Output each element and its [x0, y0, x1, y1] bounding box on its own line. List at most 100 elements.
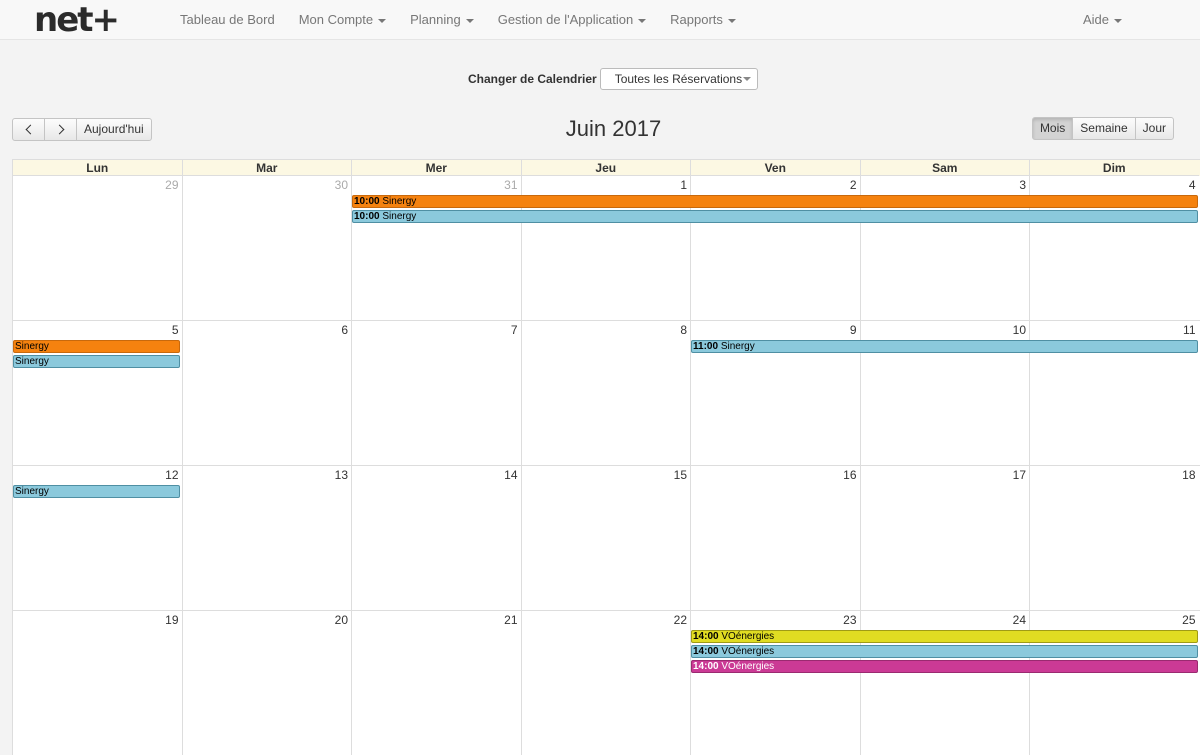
event-time: 11:00: [693, 341, 719, 352]
event-title: Sinergy: [15, 341, 49, 352]
day-cell[interactable]: 7: [351, 321, 521, 465]
calendar-event[interactable]: Sinergy: [13, 340, 180, 353]
calendar-event[interactable]: Sinergy: [13, 485, 180, 498]
day-number: 2: [849, 178, 857, 192]
day-number: 13: [334, 468, 348, 482]
nav-item-label: Gestion de l'Application: [497, 12, 634, 27]
view-button-1[interactable]: Semaine: [1072, 117, 1136, 140]
day-cell[interactable]: 29: [12, 176, 182, 320]
event-title: VOénergies: [721, 631, 775, 642]
day-cell[interactable]: 13: [181, 466, 352, 610]
day-header: Lun: [12, 160, 182, 176]
calendar-select-value: Toutes les Réservations: [614, 72, 743, 86]
day-cell[interactable]: 18: [1029, 466, 1199, 610]
week-row: 12 13 14 15 16 17 18 Sinergy: [12, 466, 1200, 611]
week-row: 5 6 7 8 9 10 11 Sinergy Sinergy 11:00 Sinergy: [12, 321, 1200, 466]
brand-text: net+: [34, 0, 120, 40]
main-nav: Tableau de Bord Mon Compte Planning Gestion…: [168, 0, 748, 40]
caret-down-icon: [727, 18, 736, 23]
view-switcher: Mois Semaine Jour: [1031, 117, 1174, 140]
day-number: 29: [165, 178, 179, 192]
nav-item-help[interactable]: Aide: [1071, 12, 1134, 27]
day-header: Jeu: [520, 160, 690, 176]
day-cell[interactable]: 16: [690, 466, 860, 610]
calendar-event[interactable]: Sinergy: [13, 355, 180, 368]
calendar-event[interactable]: 14:00 VOénergies: [691, 630, 1198, 643]
day-cell[interactable]: 20: [181, 611, 352, 755]
nav-item-label: Mon Compte: [298, 12, 374, 27]
calendar-switcher-label: Changer de Calendrier: [468, 72, 597, 86]
caret-down-icon: [1114, 18, 1122, 23]
week-row: 19 20 21 22 23 24 25 14:00 VOénergies 14:00 VOén…: [12, 611, 1200, 755]
nav-item-help-label: Aide: [1082, 12, 1109, 27]
day-cell[interactable]: 22: [520, 611, 691, 755]
navbar: net+ Tableau de Bord Mon Compte Planning Ge…: [0, 0, 1200, 40]
day-number: 5: [171, 323, 179, 337]
nav-item-4[interactable]: Rapports: [658, 0, 748, 40]
day-number: 15: [673, 468, 687, 482]
calendar-select[interactable]: Toutes les Réservations: [599, 68, 758, 90]
weeks-container: 29 30 31 1 2 3 4 10:00 Sinergy 10:00 Sinergy 5 6 7 8…: [12, 176, 1200, 755]
help-menu[interactable]: Aide: [1071, 0, 1134, 40]
day-number: 8: [680, 323, 687, 337]
event-title: Sinergy: [15, 356, 49, 367]
nav-item-2[interactable]: Planning: [398, 0, 486, 40]
day-cell[interactable]: 8: [520, 321, 691, 465]
view-button-2[interactable]: Jour: [1134, 117, 1174, 140]
view-button-0[interactable]: Mois: [1031, 117, 1074, 140]
day-cell[interactable]: 6: [181, 321, 352, 465]
event-time: 14:00: [693, 646, 719, 657]
nav-item-label: Tableau de Bord: [180, 12, 275, 27]
event-title: VOénergies: [721, 661, 775, 672]
day-number: 21: [504, 613, 518, 627]
day-headers: Lun Mar Mer Jeu Ven Sam Dim: [12, 159, 1200, 176]
nav-item-0[interactable]: Tableau de Bord: [168, 0, 287, 40]
day-number: 11: [1183, 323, 1196, 337]
calendar-event[interactable]: 10:00 Sinergy: [352, 210, 1198, 223]
day-number: 19: [165, 613, 179, 627]
event-time: 14:00: [693, 631, 719, 642]
day-number: 3: [1019, 178, 1026, 192]
calendar-event[interactable]: 14:00 VOénergies: [691, 660, 1198, 673]
nav-item-label: Rapports: [670, 12, 723, 27]
day-cell[interactable]: 15: [520, 466, 691, 610]
calendar-switcher: Changer de Calendrier Toutes les Réserva…: [468, 68, 758, 90]
day-number: 6: [341, 323, 348, 337]
event-title: Sinergy: [382, 196, 417, 207]
calendar-title: Juin 2017: [565, 116, 662, 141]
day-cell[interactable]: 14: [351, 466, 521, 610]
event-title: Sinergy: [720, 341, 755, 352]
day-number: 16: [843, 468, 857, 482]
day-header: Sam: [859, 160, 1029, 176]
day-number: 31: [504, 178, 518, 192]
calendar-event[interactable]: 11:00 Sinergy: [691, 340, 1198, 353]
day-cell[interactable]: 17: [859, 466, 1030, 610]
week-row: 29 30 31 1 2 3 4 10:00 Sinergy 10:00 Sinergy: [12, 176, 1200, 321]
day-header: Ven: [690, 160, 860, 176]
event-title: Sinergy: [15, 486, 49, 497]
day-cell[interactable]: 19: [12, 611, 182, 755]
event-time: 10:00: [354, 211, 380, 222]
brand-logo[interactable]: net+: [34, 0, 120, 40]
day-header: Dim: [1029, 160, 1199, 176]
day-cell[interactable]: 21: [351, 611, 521, 755]
event-title: VOénergies: [721, 646, 775, 657]
day-number: 30: [334, 178, 348, 192]
calendar-event[interactable]: 14:00 VOénergies: [691, 645, 1198, 658]
month-calendar: Lun Mar Mer Jeu Ven Sam Dim 29 30 31 1 2 3 4 10:00 Si…: [12, 159, 1200, 755]
event-title: Sinergy: [382, 211, 417, 222]
day-header: Mar: [181, 160, 351, 176]
event-time: 14:00: [693, 661, 719, 672]
day-number: 17: [1012, 468, 1026, 482]
caret-down-icon: [638, 18, 647, 23]
nav-item-1[interactable]: Mon Compte: [287, 0, 398, 40]
day-number: 20: [334, 613, 348, 627]
nav-item-3[interactable]: Gestion de l'Application: [486, 0, 658, 40]
select-arrow-icon: [742, 77, 751, 81]
day-number: 9: [849, 323, 857, 337]
calendar-event[interactable]: 10:00 Sinergy: [352, 195, 1198, 208]
day-number: 25: [1182, 613, 1196, 627]
caret-down-icon: [465, 18, 474, 23]
day-cell[interactable]: 30: [181, 176, 352, 320]
day-number: 23: [843, 613, 857, 627]
